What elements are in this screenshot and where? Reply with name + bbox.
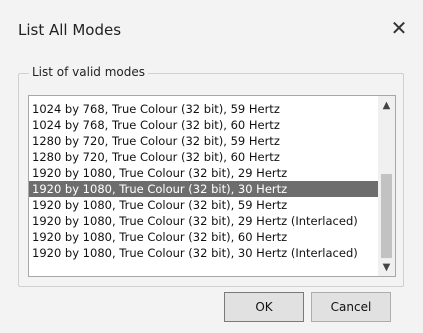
list-item[interactable]: 1920 by 1080, True Colour (32 bit), 29 H… bbox=[29, 213, 378, 229]
list-item[interactable]: 1920 by 1080, True Colour (32 bit), 60 H… bbox=[29, 229, 378, 245]
scroll-thumb[interactable] bbox=[381, 174, 392, 258]
list-item[interactable]: 1024 by 768, True Colour (32 bit), 60 He… bbox=[29, 117, 378, 133]
modes-list: 1024 by 768, True Colour (32 bit), 59 He… bbox=[29, 96, 378, 276]
modes-group: List of valid modes 1024 by 768, True Co… bbox=[18, 65, 404, 287]
chevron-up-icon: ▲ bbox=[382, 99, 391, 111]
chevron-down-icon: ▼ bbox=[382, 261, 391, 273]
list-item[interactable]: 1920 by 1080, True Colour (32 bit), 59 H… bbox=[29, 197, 378, 213]
title-bar: List All Modes ✕ bbox=[0, 0, 423, 62]
scroll-up-button[interactable]: ▲ bbox=[378, 96, 395, 114]
window-title: List All Modes bbox=[18, 21, 122, 39]
list-item[interactable]: 1280 by 720, True Colour (32 bit), 59 He… bbox=[29, 133, 378, 149]
group-label: List of valid modes bbox=[29, 65, 149, 79]
vertical-scrollbar[interactable]: ▲ ▼ bbox=[378, 96, 395, 276]
list-item[interactable]: 1280 by 720, True Colour (32 bit), 60 He… bbox=[29, 149, 378, 165]
modes-listbox[interactable]: 1024 by 768, True Colour (32 bit), 59 He… bbox=[28, 95, 396, 277]
list-item[interactable]: 1920 by 1080, True Colour (32 bit), 30 H… bbox=[29, 181, 378, 197]
list-item[interactable]: 1024 by 768, True Colour (32 bit), 59 He… bbox=[29, 101, 378, 117]
ok-button[interactable]: OK bbox=[224, 292, 304, 322]
list-item[interactable]: 1920 by 1080, True Colour (32 bit), 30 H… bbox=[29, 245, 378, 261]
close-button[interactable]: ✕ bbox=[385, 14, 413, 42]
list-item[interactable]: 1920 by 1080, True Colour (32 bit), 29 H… bbox=[29, 165, 378, 181]
close-icon: ✕ bbox=[390, 16, 408, 40]
cancel-button[interactable]: Cancel bbox=[311, 292, 391, 322]
scroll-down-button[interactable]: ▼ bbox=[378, 258, 395, 276]
